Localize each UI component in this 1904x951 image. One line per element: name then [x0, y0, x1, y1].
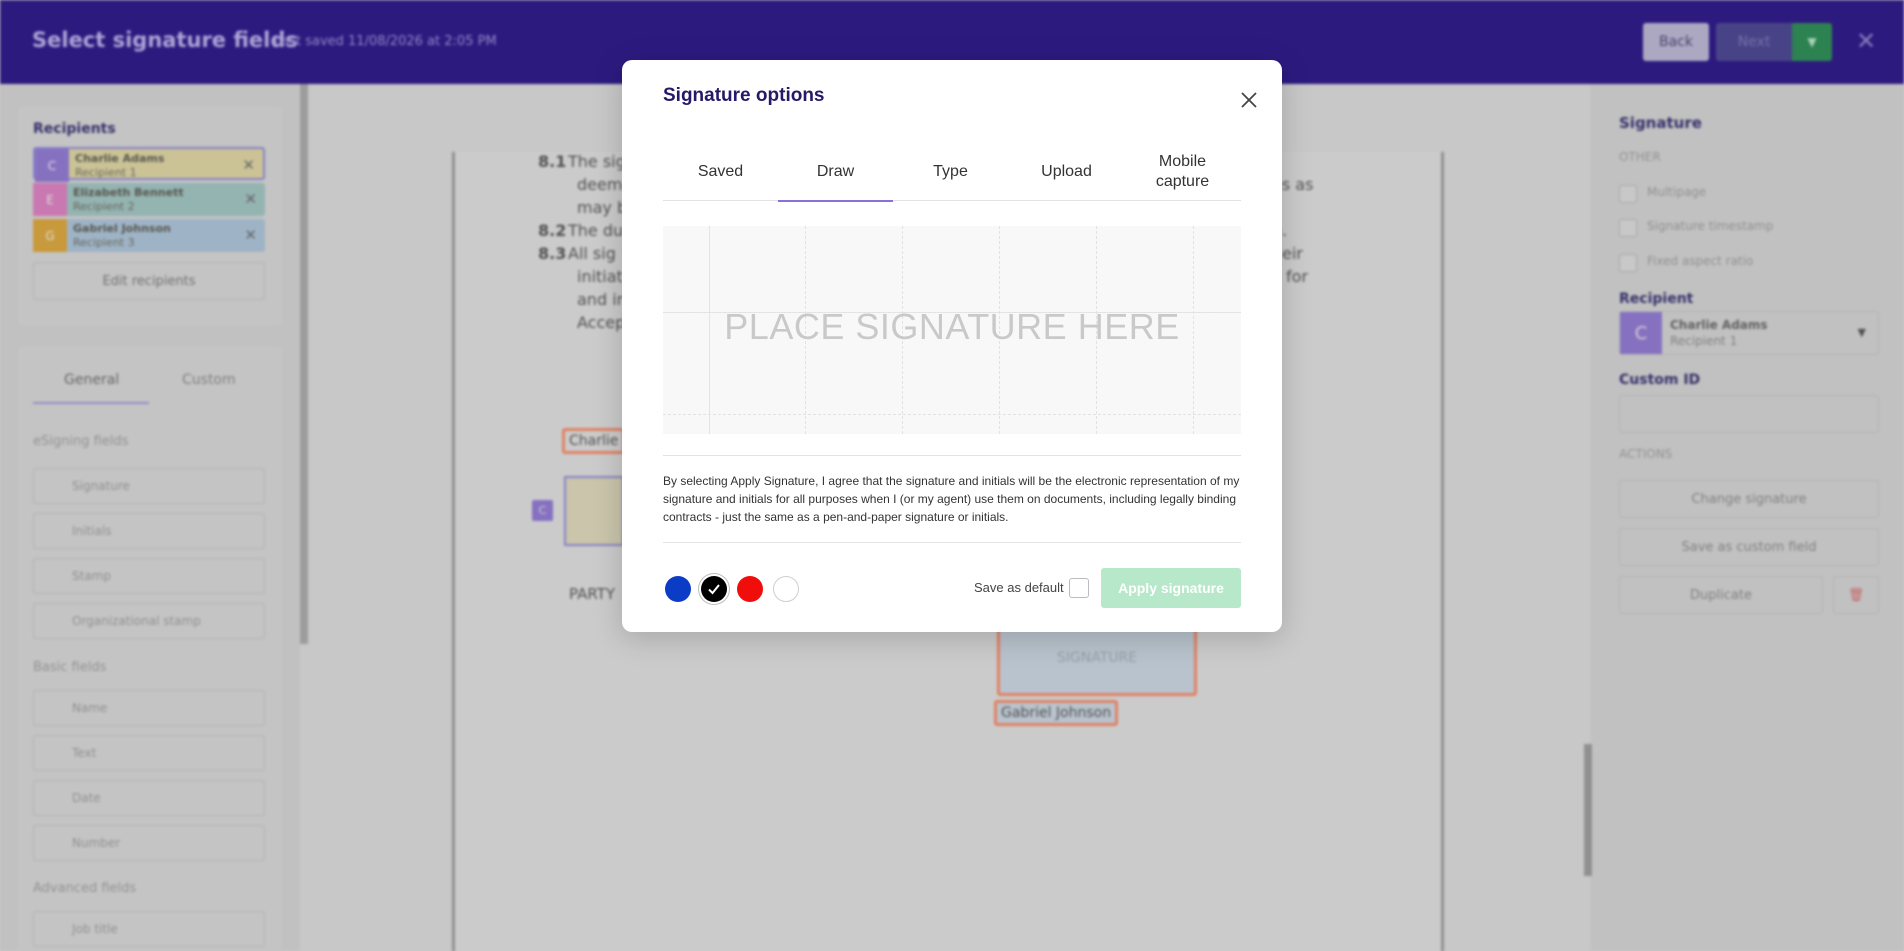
tab-draw[interactable]: Draw	[778, 142, 893, 202]
signature-tabs: Saved Draw Type Upload Mobile capture	[663, 142, 1241, 202]
tab-upload[interactable]: Upload	[1009, 142, 1124, 201]
color-swatch-black[interactable]	[701, 576, 727, 602]
signature-options-dialog: Signature options Saved Draw Type Upload…	[622, 60, 1282, 632]
divider	[663, 542, 1241, 543]
tab-type[interactable]: Type	[893, 142, 1008, 201]
close-button[interactable]	[1236, 87, 1262, 113]
legal-disclaimer: By selecting Apply Signature, I agree th…	[663, 474, 1240, 524]
signature-draw-area[interactable]: PLACE SIGNATURE HERE	[663, 226, 1241, 434]
apply-signature-button[interactable]: Apply signature	[1101, 568, 1241, 608]
signature-placeholder: PLACE SIGNATURE HERE	[724, 306, 1180, 347]
color-swatch-red[interactable]	[737, 576, 763, 602]
close-icon	[1241, 92, 1257, 108]
checkmark-icon	[708, 584, 720, 595]
color-swatch-blue[interactable]	[665, 576, 691, 602]
save-as-default-label: Save as default	[974, 580, 1064, 595]
tab-saved[interactable]: Saved	[663, 142, 778, 201]
save-as-default-checkbox[interactable]	[1069, 578, 1089, 598]
tab-mobile-capture[interactable]: Mobile capture	[1124, 142, 1241, 201]
divider	[663, 455, 1241, 456]
color-swatch-white[interactable]	[773, 576, 799, 602]
grid-line	[663, 414, 1241, 415]
dialog-title: Signature options	[663, 85, 825, 106]
